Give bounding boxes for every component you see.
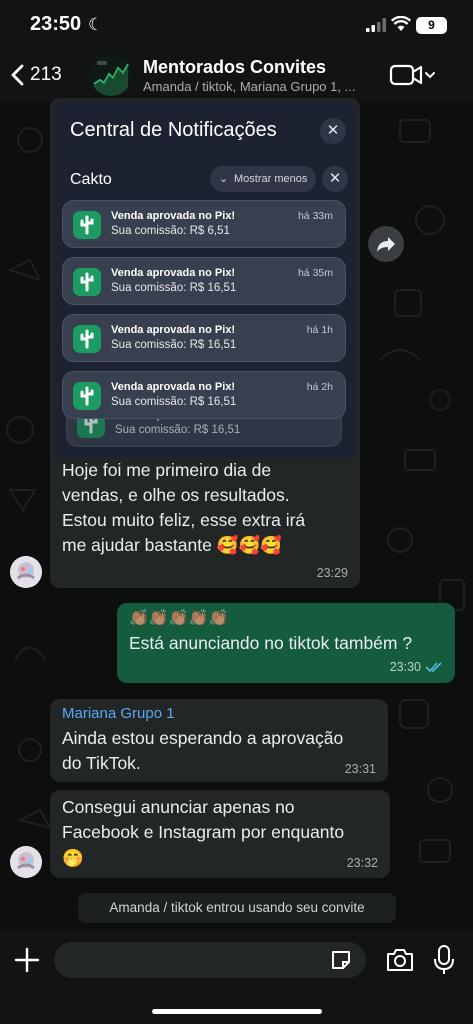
battery-indicator: 9 bbox=[416, 17, 447, 34]
notification-card: Venda aprovada no Pix! Sua comissão: R$ … bbox=[62, 257, 346, 305]
plus-icon bbox=[14, 947, 40, 973]
group-avatar[interactable] bbox=[90, 54, 132, 96]
camera-icon bbox=[387, 949, 413, 971]
image-message-bubble[interactable]: Central de Notificações ✕ Cakto ⌄ Mostra… bbox=[50, 98, 360, 588]
wifi-icon bbox=[391, 16, 411, 31]
notification-card: Venda aprovada no Pix! Sua comissão: R$ … bbox=[62, 314, 346, 362]
video-call-button[interactable] bbox=[389, 62, 437, 88]
moon-icon: ☾ bbox=[88, 15, 104, 34]
message-text: Consegui anunciar apenas no bbox=[62, 797, 295, 817]
home-indicator bbox=[152, 1009, 322, 1014]
video-camera-icon bbox=[389, 64, 435, 86]
chevron-left-icon bbox=[11, 64, 24, 86]
chevron-down-icon: ⌄ bbox=[219, 173, 229, 185]
message-text: Estou muito feliz, esse extra irá bbox=[62, 510, 306, 530]
signal-icon bbox=[366, 18, 386, 32]
outgoing-message-bubble[interactable]: 👏🏽👏🏽👏🏽👏🏽👏🏽 Está anunciando no tiktok tam… bbox=[117, 603, 455, 683]
forward-button[interactable] bbox=[368, 226, 404, 262]
show-less-button: ⌄ Mostrar menos bbox=[210, 166, 316, 192]
unread-count: 213 bbox=[30, 64, 62, 85]
incoming-message-bubble[interactable]: Consegui anunciar apenas no Facebook e I… bbox=[50, 790, 390, 878]
chat-header: 213 Mentorados Convites Amanda / tiktok,… bbox=[0, 50, 473, 102]
message-text: me ajudar bastante 🥰🥰🥰 bbox=[62, 535, 283, 555]
microphone-button[interactable] bbox=[434, 944, 454, 976]
message-text: do TikTok. bbox=[62, 753, 141, 773]
message-text: Ainda estou esperando a aprovação bbox=[62, 728, 344, 748]
cactus-app-icon bbox=[73, 268, 101, 296]
status-time: 23:50 bbox=[30, 13, 82, 35]
avatar[interactable] bbox=[10, 846, 42, 878]
message-text: Facebook e Instagram por enquanto bbox=[62, 822, 345, 842]
notification-center-title: Central de Notificações bbox=[70, 119, 277, 141]
message-input[interactable] bbox=[54, 942, 366, 978]
chat-title[interactable]: Mentorados Convites bbox=[143, 57, 326, 78]
notification-card: Venda aprovada no Pix! Sua comissão: R$ … bbox=[62, 200, 346, 248]
app-group-label: Cakto bbox=[70, 171, 112, 188]
attach-button[interactable] bbox=[13, 946, 41, 974]
message-time: 23:29 bbox=[316, 566, 348, 580]
message-time: 23:30 bbox=[389, 660, 421, 674]
message-text: Está anunciando no tiktok também ? bbox=[129, 633, 413, 653]
double-check-icon bbox=[425, 662, 442, 673]
message-composer bbox=[0, 930, 473, 1024]
message-text: vendas, e olhe os resultados. bbox=[62, 485, 290, 505]
sender-name[interactable]: Mariana Grupo 1 bbox=[62, 705, 175, 722]
sticker-icon bbox=[332, 951, 350, 969]
system-message: Amanda / tiktok entrou usando seu convit… bbox=[78, 893, 396, 923]
cactus-app-icon bbox=[73, 325, 101, 353]
cactus-app-icon bbox=[73, 382, 101, 410]
camera-button[interactable] bbox=[385, 947, 415, 973]
chart-thumbnail-icon bbox=[90, 54, 132, 96]
avatar[interactable] bbox=[10, 556, 42, 588]
close-icon: ✕ bbox=[320, 118, 346, 144]
message-emoji: 👏🏽👏🏽👏🏽👏🏽👏🏽 bbox=[129, 610, 229, 627]
notification-card: Venda aprovada no Pix! Sua comissão: R$ … bbox=[62, 371, 346, 419]
back-button[interactable]: 213 bbox=[10, 58, 62, 92]
sticker-button[interactable] bbox=[330, 949, 352, 971]
chat-subtitle[interactable]: Amanda / tiktok, Mariana Grupo 1, ... bbox=[143, 79, 378, 94]
message-text: Hoje foi me primeiro dia de bbox=[62, 460, 272, 480]
notification-screenshot[interactable]: Central de Notificações ✕ Cakto ⌄ Mostra… bbox=[54, 102, 356, 458]
message-emoji: 🤭 bbox=[62, 848, 84, 868]
close-icon: ✕ bbox=[322, 166, 348, 192]
microphone-icon bbox=[434, 945, 454, 974]
incoming-message-bubble[interactable]: Mariana Grupo 1 Ainda estou esperando a … bbox=[50, 699, 388, 782]
forward-arrow-icon bbox=[377, 237, 395, 252]
cactus-app-icon bbox=[73, 211, 101, 239]
message-time: 23:32 bbox=[346, 856, 378, 870]
message-time: 23:31 bbox=[344, 762, 376, 776]
status-bar: 23:50 ☾ 9 bbox=[0, 0, 473, 50]
